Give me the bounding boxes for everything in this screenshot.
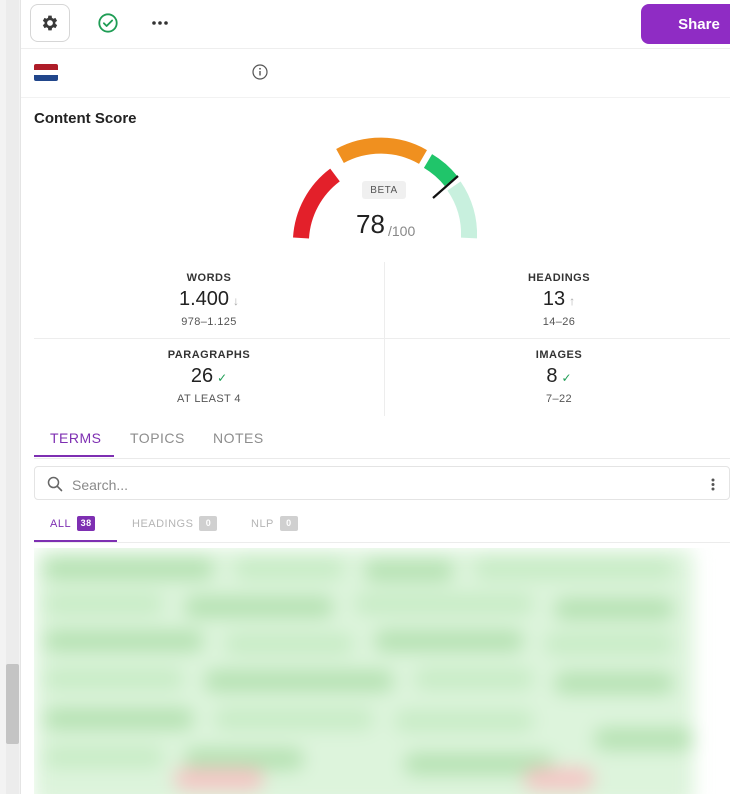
metric-range: 7–22 [545,393,573,405]
gauge-segment-green [423,154,458,187]
metric-range: 14–26 [542,316,576,328]
term-chip [214,708,374,730]
beta-badge: BETA [362,181,406,199]
terms-list [34,548,730,794]
metric-label: PARAGRAPHS [167,349,251,361]
content-score-title: Content Score [34,110,137,127]
term-chip [554,598,674,620]
gear-icon [42,15,58,31]
filter-tab-label: ALL [50,517,72,530]
count-badge: 0 [279,516,298,531]
content-score-max: /100 [388,223,416,239]
metrics-grid: WORDS 1.400 ↓ 978–1.125 HEADINGS 13 ↑ 14–2… [34,262,730,416]
content-score-value: 78 [356,209,385,239]
term-chip [44,593,164,615]
search-icon [47,476,63,492]
checkmark-icon: ✓ [561,371,572,385]
content-panel: Share Content Score BETA 78 /100 WORDS 1… [21,0,730,794]
metric-value: 8 ✓ [385,365,730,388]
more-options-button[interactable] [140,4,180,42]
target-keyword [66,67,246,78]
arrow-up-icon: ↑ [569,294,576,308]
metric-label: WORDS [186,272,232,284]
metric-headings: HEADINGS 13 ↑ 14–26 [385,262,730,339]
term-chip [474,558,674,580]
term-chip [394,710,534,732]
metric-range: AT LEAST 4 [177,393,241,405]
search-input[interactable] [70,473,674,497]
active-tab-indicator [34,455,114,457]
left-scrollbar[interactable] [0,0,21,794]
checkmark-icon: ✓ [217,371,228,385]
term-chip [44,558,214,580]
scrollbar-thumb[interactable] [6,664,19,744]
filter-tab-label: NLP [251,517,274,530]
arrow-down-icon: ↓ [233,294,240,308]
term-chip [44,746,164,768]
term-chip [364,560,454,582]
term-chip [184,748,304,770]
keyword-row [21,49,730,98]
toolbar: Share [21,0,730,49]
count-badge: 0 [199,516,218,531]
term-chip [544,633,674,655]
metric-number: 13 [542,288,566,310]
metric-value: 13 ↑ [385,288,730,311]
metric-words: WORDS 1.400 ↓ 978–1.125 [34,262,385,339]
metric-number: 1.400 [178,288,230,310]
metric-images: IMAGES 8 ✓ 7–22 [385,339,730,416]
term-chip [354,593,534,615]
term-chip [554,672,674,694]
metric-value: 1.400 ↓ [34,288,384,311]
term-chip [184,596,334,618]
info-icon[interactable] [252,64,268,80]
filter-tab-headings[interactable]: HEADINGS 0 [132,516,218,531]
term-chip [524,768,594,790]
metric-paragraphs: PARAGRAPHS 26 ✓ AT LEAST 4 [34,339,385,416]
term-chip [44,668,184,690]
active-filter-indicator [34,540,117,542]
tab-notes[interactable]: NOTES [213,430,264,446]
term-filter-tabs: ALL 38 HEADINGS 0 NLP 0 [34,508,730,543]
more-horizontal-icon [152,21,168,25]
search-box [34,466,730,500]
metric-label: HEADINGS [527,272,591,284]
filter-tab-label: HEADINGS [132,517,194,530]
metric-number: 8 [546,365,558,387]
more-vertical-icon[interactable] [708,475,718,493]
term-chip [224,633,354,655]
metric-number: 26 [190,365,214,387]
term-chip [174,768,264,790]
term-chip [44,708,194,730]
main-tabs: TERMS TOPICS NOTES [34,420,730,459]
filter-tab-nlp[interactable]: NLP 0 [251,516,298,531]
tab-terms[interactable]: TERMS [50,430,102,446]
status-check-button[interactable] [88,4,128,42]
metric-label: IMAGES [535,349,583,361]
count-badge: 38 [77,516,96,531]
share-button[interactable]: Share [641,4,730,44]
tab-topics[interactable]: TOPICS [130,430,185,446]
blurred-terms [34,548,730,794]
gauge-segment-orange [336,137,427,165]
netherlands-flag-icon [34,64,58,81]
term-chip [414,668,534,690]
term-chip [204,670,394,692]
gauge-segment-red [293,168,341,239]
gauge-segment-light [447,181,478,239]
filter-tab-all[interactable]: ALL 38 [50,516,96,531]
metric-range: 978–1.125 [181,316,237,328]
term-chip [234,558,344,580]
check-circle-icon [98,13,118,33]
settings-button[interactable] [30,4,70,42]
term-chip [374,630,524,652]
term-chip [44,630,204,652]
term-chip [594,728,694,750]
metric-value: 26 ✓ [34,365,384,388]
